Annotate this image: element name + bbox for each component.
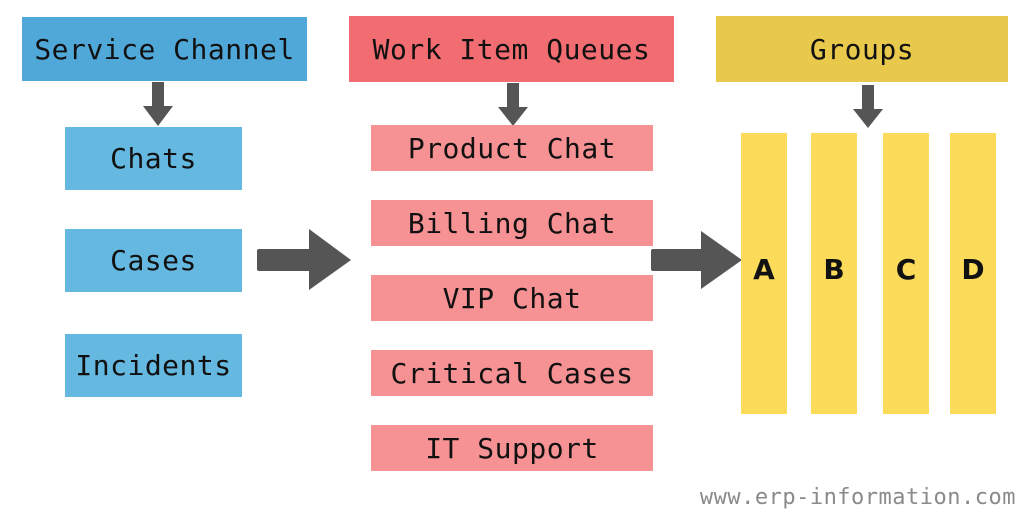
queue-item-vip-chat: VIP Chat: [371, 275, 653, 321]
arrow-down-icon: [498, 83, 528, 126]
service-channel-title: Service Channel: [34, 32, 295, 66]
group-label: D: [961, 253, 985, 286]
arrow-right-icon: [651, 231, 742, 289]
group-column-d: D: [950, 133, 996, 414]
watermark: www.erp-information.com: [699, 485, 1016, 510]
group-column-c: C: [883, 133, 929, 414]
groups-title: Groups: [809, 32, 915, 66]
item-label: Billing Chat: [407, 206, 617, 240]
service-channel-header: Service Channel: [22, 17, 307, 81]
item-label: Critical Cases: [390, 356, 634, 390]
item-label: Product Chat: [407, 131, 617, 165]
groups-header: Groups: [716, 16, 1008, 82]
item-label: IT Support: [425, 431, 599, 465]
queue-item-critical-cases: Critical Cases: [371, 350, 653, 396]
group-label: A: [753, 253, 775, 286]
item-label: Chats: [110, 142, 197, 175]
item-label: Incidents: [75, 349, 232, 382]
queue-item-product-chat: Product Chat: [371, 125, 653, 171]
service-channel-item-chats: Chats: [65, 127, 242, 190]
group-label: B: [823, 253, 845, 286]
service-channel-item-incidents: Incidents: [65, 334, 242, 397]
group-column-b: B: [811, 133, 857, 414]
service-channel-item-cases: Cases: [65, 229, 242, 292]
queue-item-it-support: IT Support: [371, 425, 653, 471]
work-item-queues-header: Work Item Queues: [349, 16, 674, 82]
item-label: Cases: [110, 244, 197, 277]
group-column-a: A: [741, 133, 787, 414]
group-label: C: [895, 253, 917, 286]
work-item-queues-title: Work Item Queues: [372, 32, 651, 66]
item-label: VIP Chat: [442, 281, 582, 315]
arrow-down-icon: [143, 82, 173, 126]
arrow-down-icon: [853, 85, 883, 128]
queue-item-billing-chat: Billing Chat: [371, 200, 653, 246]
arrow-right-icon: [257, 229, 351, 290]
